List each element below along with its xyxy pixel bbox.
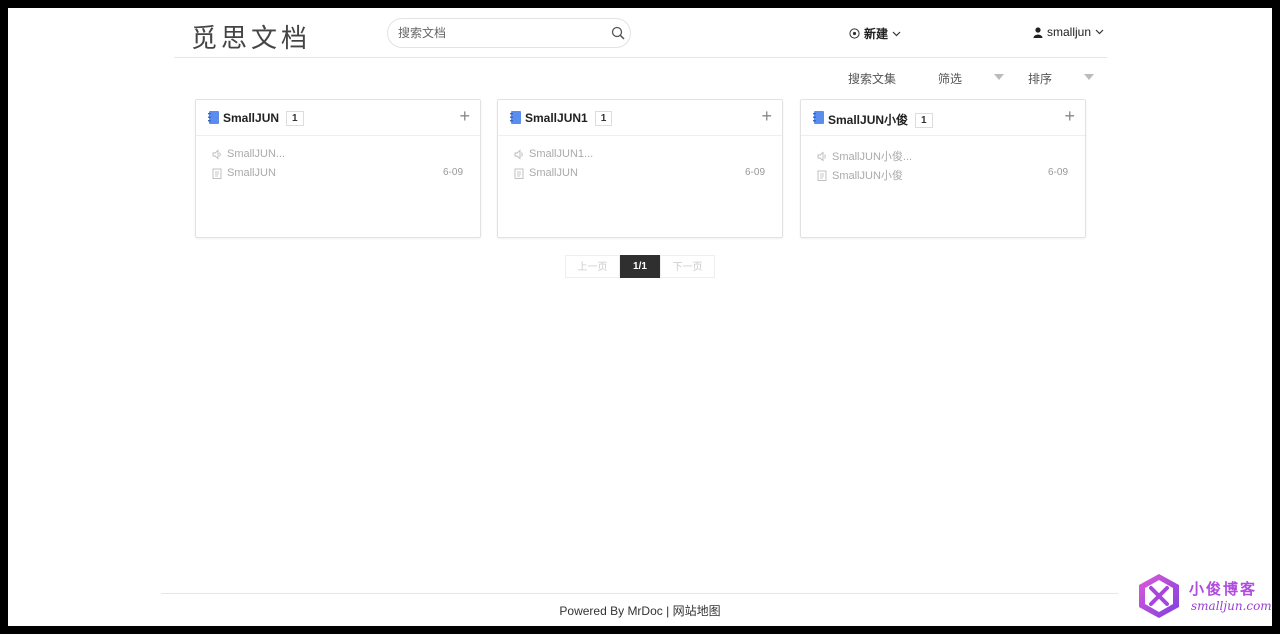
card-header: SmallJUN1 1 + [498,100,782,136]
speaker-icon [817,151,826,161]
doc-title: SmallJUN [227,167,276,179]
collection-card: SmallJUN小俊 1 + SmallJUN小俊... SmallJUN小俊 6… [800,99,1086,238]
doc-item[interactable]: SmallJUN1... [514,148,593,160]
doc-count-badge: 1 [915,113,933,128]
footer-separator: | [662,604,673,618]
next-page-button[interactable]: 下一页 [660,255,715,278]
footer-divider [161,593,1118,594]
sitemap-link[interactable]: 网站地图 [673,604,721,618]
search-box[interactable] [387,18,631,48]
collection-card: SmallJUN 1 + SmallJUN... SmallJUN 6-09 [195,99,481,238]
site-logo[interactable]: 觅思文档 [191,18,311,55]
document-icon [212,168,222,179]
document-icon [817,170,827,181]
add-doc-icon[interactable]: + [459,106,470,127]
doc-title: SmallJUN [529,167,578,179]
doc-item[interactable]: SmallJUN [212,167,276,179]
speaker-icon [514,149,523,159]
filter-select[interactable]: 筛选 [938,70,962,87]
watermark: 小俊博客 smalljun.com [1135,572,1272,624]
doc-date: 6-09 [744,167,765,178]
watermark-url: smalljun.com [1191,599,1272,613]
add-circle-icon [849,28,860,39]
card-title[interactable]: SmallJUN 1 [223,111,304,126]
doc-item[interactable]: SmallJUN小俊 [817,167,903,183]
doc-title: SmallJUN... [227,148,286,160]
card-header: SmallJUN 1 + [196,100,480,136]
user-icon [1033,26,1043,38]
search-collections-link[interactable]: 搜索文集 [848,70,896,87]
doc-item[interactable]: SmallJUN [514,167,578,179]
doc-item[interactable]: SmallJUN小俊... [817,148,912,164]
card-title-text[interactable]: SmallJUN1 [525,111,588,125]
footer: Powered By MrDoc | 网站地图 [8,602,1272,619]
header-divider [174,57,1107,58]
book-icon [813,111,824,124]
prev-page-button[interactable]: 上一页 [565,255,620,278]
card-title-text[interactable]: SmallJUN [223,111,279,125]
new-button[interactable]: 新建 [849,25,901,42]
book-icon [208,111,219,124]
sort-caret-icon[interactable] [1084,74,1094,80]
doc-date: 6-09 [442,167,463,178]
search-icon[interactable] [611,26,625,40]
doc-item[interactable]: SmallJUN... [212,148,285,160]
page: 觅思文档 新建 smalljun 搜索文集 筛选 排序 [8,8,1272,626]
username: smalljun [1047,25,1092,39]
doc-title: SmallJUN小俊... [832,151,913,163]
sort-select[interactable]: 排序 [1028,70,1052,87]
watermark-logo-icon [1139,574,1179,618]
doc-title: SmallJUN1... [529,148,594,160]
watermark-name: 小俊博客 [1189,581,1258,598]
document-icon [514,168,524,179]
card-title[interactable]: SmallJUN小俊 1 [828,111,933,128]
new-label: 新建 [864,27,889,41]
speaker-icon [212,149,221,159]
filter-caret-icon[interactable] [994,74,1004,80]
collection-card: SmallJUN1 1 + SmallJUN1... SmallJUN 6-09 [497,99,783,238]
powered-by-link[interactable]: Powered By MrDoc [559,604,662,618]
book-icon [510,111,521,124]
pagination: 上一页 1/1 下一页 [565,255,715,278]
search-input[interactable] [396,25,600,41]
doc-title: SmallJUN小俊 [832,170,903,182]
chevron-down-icon [892,31,901,36]
chevron-down-icon [1095,29,1104,35]
card-title[interactable]: SmallJUN1 1 [525,111,613,126]
doc-count-badge: 1 [286,111,304,126]
user-menu[interactable]: smalljun [1033,25,1104,39]
card-header: SmallJUN小俊 1 + [801,100,1085,136]
add-doc-icon[interactable]: + [1064,106,1075,127]
doc-count-badge: 1 [594,111,613,126]
doc-date: 6-09 [1047,167,1068,178]
add-doc-icon[interactable]: + [761,106,772,127]
card-title-text[interactable]: SmallJUN小俊 [828,113,908,127]
current-page: 1/1 [620,255,660,278]
